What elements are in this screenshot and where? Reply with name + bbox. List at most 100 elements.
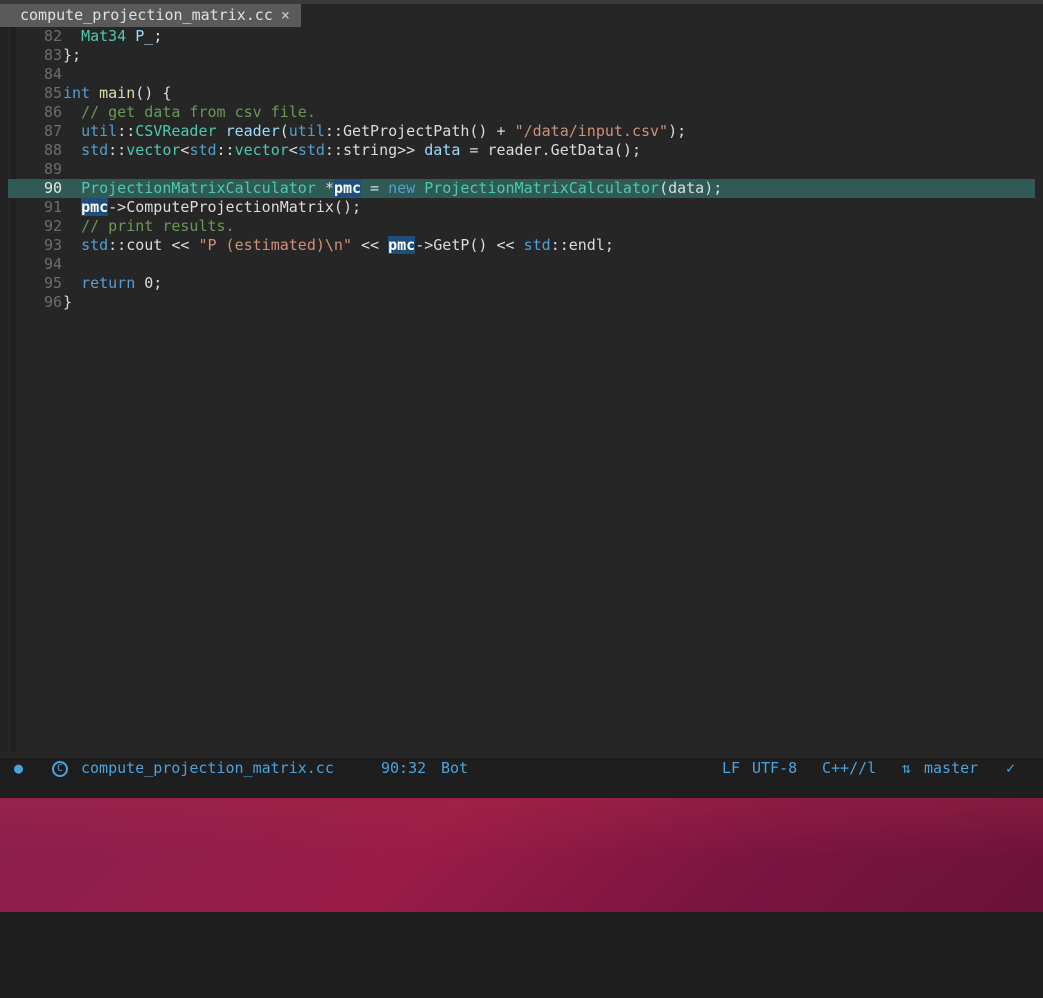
code-token: ProjectionMatrixCalculator — [81, 179, 316, 197]
line-number: 93 — [43, 236, 62, 254]
code-token: ->GetP() << — [415, 236, 524, 254]
line-code: // print results. — [63, 217, 235, 236]
code-line[interactable]: 95 return 0; — [8, 274, 1035, 293]
major-mode[interactable]: C++//l — [822, 758, 876, 778]
code-token: data — [424, 141, 461, 159]
line-code: ProjectionMatrixCalculator *pmc = new Pr… — [63, 179, 722, 198]
code-token: :: — [216, 141, 235, 159]
code-token: std — [81, 236, 109, 254]
code-token: 0; — [135, 274, 163, 292]
code-token: "P (estimated)\n" — [198, 236, 352, 254]
code-token: ::string>> — [324, 141, 425, 159]
echo-area: class ProjectionMatrixCalculator *pmc = … — [0, 778, 1043, 817]
code-line[interactable]: 93 std::cout << "P (estimated)\n" << pmc… — [8, 236, 1035, 255]
code-line[interactable]: 92 // print results. — [8, 217, 1035, 236]
code-line[interactable]: 94 — [8, 255, 1035, 274]
line-number: 96 — [43, 293, 62, 311]
code-token: << — [352, 236, 389, 254]
code-token: CSVReader — [135, 122, 217, 140]
tab-compute-projection-matrix[interactable]: compute_projection_matrix.cc × — [0, 4, 301, 27]
checker-ok-icon[interactable]: ✓ — [1006, 758, 1015, 778]
code-token: // print results. — [81, 217, 235, 235]
line-number: 95 — [43, 274, 62, 292]
code-token: = — [361, 179, 389, 197]
line-number: 90 — [43, 179, 62, 197]
code-token: ->ComputeProjectionMatrix(); — [108, 198, 362, 216]
git-branch-icon: ⇅ — [902, 759, 912, 777]
code-token: P_ — [135, 27, 154, 45]
code-line[interactable]: 83}; — [8, 46, 1035, 65]
eol-indicator[interactable]: LF — [722, 758, 740, 778]
code-line[interactable]: 89 — [8, 160, 1035, 179]
code-token: ); — [668, 122, 687, 140]
tab-bar: compute_projection_matrix.cc × — [0, 4, 1043, 27]
code-token: reader — [225, 122, 280, 140]
line-code: std::cout << "P (estimated)\n" << pmc->G… — [63, 236, 614, 255]
code-line[interactable]: 85 int main() { — [8, 84, 1035, 103]
code-token: :: — [117, 122, 136, 140]
line-number: 83 — [43, 46, 62, 64]
code-line[interactable]: 88 std::vector<std::vector<std::string>>… — [8, 141, 1035, 160]
code-line[interactable]: 91 pmc->ComputeProjectionMatrix(); — [8, 198, 1035, 217]
git-branch[interactable]: master — [924, 758, 978, 778]
line-number: 88 — [43, 141, 62, 159]
code-token: < — [288, 141, 298, 159]
code-token: std — [189, 141, 217, 159]
code-line-current[interactable]: 90 ProjectionMatrixCalculator *pmc = new… — [8, 179, 1035, 198]
code-token: * — [315, 179, 334, 197]
code-line[interactable]: 96} — [8, 293, 1035, 312]
line-number: 85 — [43, 84, 62, 102]
code-line[interactable]: 84 — [8, 65, 1035, 84]
line-code: // get data from csv file. — [63, 103, 316, 122]
mode-line: ● C compute_projection_matrix.cc 90:32 B… — [0, 758, 1043, 778]
code-token: std — [81, 141, 109, 159]
encoding-indicator[interactable]: UTF-8 — [752, 758, 797, 778]
cpp-file-icon: C — [52, 761, 68, 777]
tab-close-icon[interactable]: × — [281, 6, 290, 24]
symbol-highlight: pmc — [333, 179, 362, 197]
code-token: vector — [234, 141, 289, 159]
code-line[interactable]: 82 Mat34 P_; — [8, 27, 1035, 46]
line-number: 91 — [43, 198, 62, 216]
code-line[interactable]: 86 // get data from csv file. — [8, 103, 1035, 122]
line-number: 94 — [43, 255, 62, 273]
code-token: ::endl; — [550, 236, 614, 254]
cursor-position: 90:32 — [381, 759, 427, 777]
symbol-highlight: pmc — [81, 198, 109, 216]
code-token: // get data from csv file. — [81, 103, 316, 121]
buffer-state-dot-icon: ● — [14, 759, 24, 777]
code-token: (data); — [659, 179, 723, 197]
status-filename[interactable]: compute_projection_matrix.cc — [81, 758, 334, 778]
line-number: 84 — [43, 65, 62, 83]
code-token: ; — [153, 27, 163, 45]
line-number: 89 — [43, 160, 62, 178]
fringe-left — [0, 27, 8, 752]
line-number: 86 — [43, 103, 62, 121]
wallpaper-highlight — [0, 798, 1043, 858]
code-line[interactable]: 87 util::CSVReader reader(util::GetProje… — [8, 122, 1035, 141]
tab-label: compute_projection_matrix.cc — [20, 6, 273, 24]
line-number: 82 — [43, 27, 62, 45]
line-code: std::vector<std::vector<std::string>> da… — [63, 141, 641, 160]
code-token: return — [81, 274, 136, 292]
code-token: } — [63, 293, 73, 311]
line-code: int main() { — [63, 84, 171, 103]
code-token: }; — [63, 46, 82, 64]
line-code: util::CSVReader reader(util::GetProjectP… — [63, 122, 686, 141]
code-token: () { — [135, 84, 172, 102]
symbol-highlight: pmc — [388, 236, 416, 254]
line-code: Mat34 P_; — [63, 27, 162, 46]
code-token: ProjectionMatrixCalculator — [424, 179, 660, 197]
line-code: } — [63, 293, 72, 312]
